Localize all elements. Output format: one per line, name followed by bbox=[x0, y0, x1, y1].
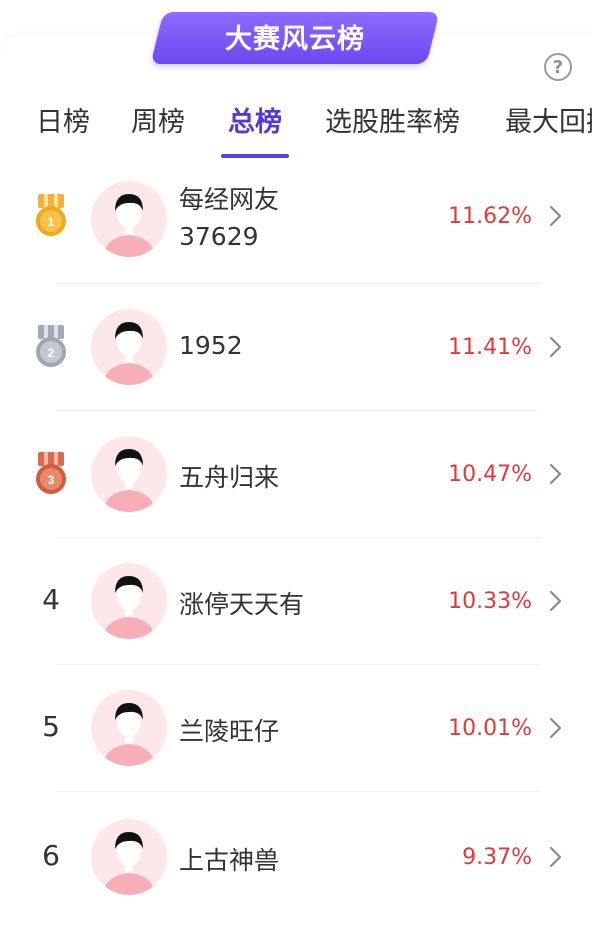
active-tab-indicator bbox=[221, 154, 289, 158]
user-name: 五舟归来 bbox=[179, 463, 280, 492]
chevron-right-icon[interactable] bbox=[546, 205, 564, 227]
gold-medal-icon: 1 bbox=[36, 194, 66, 236]
list-item[interactable]: 5 兰陵旺仔 10.01% bbox=[0, 666, 592, 792]
help-icon[interactable]: ? bbox=[544, 53, 572, 81]
chevron-right-icon[interactable] bbox=[546, 463, 564, 485]
user-name-line2: 37629 bbox=[179, 222, 259, 251]
return-value: 11.41% bbox=[448, 335, 532, 360]
list-item[interactable]: 4 涨停天天有 10.33% bbox=[0, 539, 592, 665]
svg-text:1: 1 bbox=[48, 215, 55, 229]
user-name: 兰陵旺仔 bbox=[179, 717, 280, 746]
row-divider bbox=[56, 791, 540, 792]
user-name: 上古神兽 bbox=[179, 846, 280, 875]
rank-number: 4 bbox=[42, 583, 60, 616]
avatar[interactable] bbox=[91, 690, 167, 766]
list-item[interactable]: 2 1952 11.41% bbox=[0, 285, 592, 411]
avatar[interactable] bbox=[91, 309, 167, 385]
rank-number: 6 bbox=[42, 839, 60, 872]
list-item[interactable]: 1 每经网友 37629 11.62% bbox=[0, 160, 592, 286]
return-value: 10.33% bbox=[448, 589, 532, 614]
tab-max-drawdown[interactable]: 最大回撤榜 bbox=[505, 100, 592, 146]
list-item[interactable]: 6 上古神兽 9.37% bbox=[0, 793, 592, 919]
return-value: 10.01% bbox=[448, 716, 532, 741]
tab-overall[interactable]: 总榜 bbox=[228, 100, 282, 146]
row-divider bbox=[56, 283, 540, 284]
row-divider bbox=[56, 537, 540, 538]
row-divider bbox=[56, 410, 540, 411]
avatar[interactable] bbox=[91, 181, 167, 257]
chevron-right-icon[interactable] bbox=[546, 846, 564, 868]
svg-text:3: 3 bbox=[48, 473, 55, 487]
silver-medal-icon: 2 bbox=[36, 325, 66, 367]
user-name: 涨停天天有 bbox=[179, 590, 305, 619]
tab-bar: 日榜 周榜 总榜 选股胜率榜 最大回撤榜 bbox=[0, 100, 592, 160]
avatar[interactable] bbox=[91, 563, 167, 639]
rank-number: 5 bbox=[42, 710, 60, 743]
user-name: 每经网友 bbox=[179, 185, 280, 214]
chevron-right-icon[interactable] bbox=[546, 336, 564, 358]
chevron-right-icon[interactable] bbox=[546, 590, 564, 612]
avatar[interactable] bbox=[91, 819, 167, 895]
banner-title: 大赛风云榜 bbox=[225, 23, 365, 55]
tab-win-rate[interactable]: 选股胜率榜 bbox=[325, 100, 460, 146]
row-divider bbox=[56, 664, 540, 665]
svg-text:2: 2 bbox=[48, 346, 55, 360]
return-value: 9.37% bbox=[462, 845, 532, 870]
list-item[interactable]: 3 五舟归来 10.47% bbox=[0, 412, 592, 538]
tab-weekly[interactable]: 周榜 bbox=[131, 100, 185, 146]
user-name: 1952 bbox=[179, 331, 243, 360]
bronze-medal-icon: 3 bbox=[36, 452, 66, 494]
return-value: 10.47% bbox=[448, 462, 532, 487]
chevron-right-icon[interactable] bbox=[546, 717, 564, 739]
tab-daily[interactable]: 日榜 bbox=[36, 100, 90, 146]
avatar[interactable] bbox=[91, 436, 167, 512]
return-value: 11.62% bbox=[448, 204, 532, 229]
